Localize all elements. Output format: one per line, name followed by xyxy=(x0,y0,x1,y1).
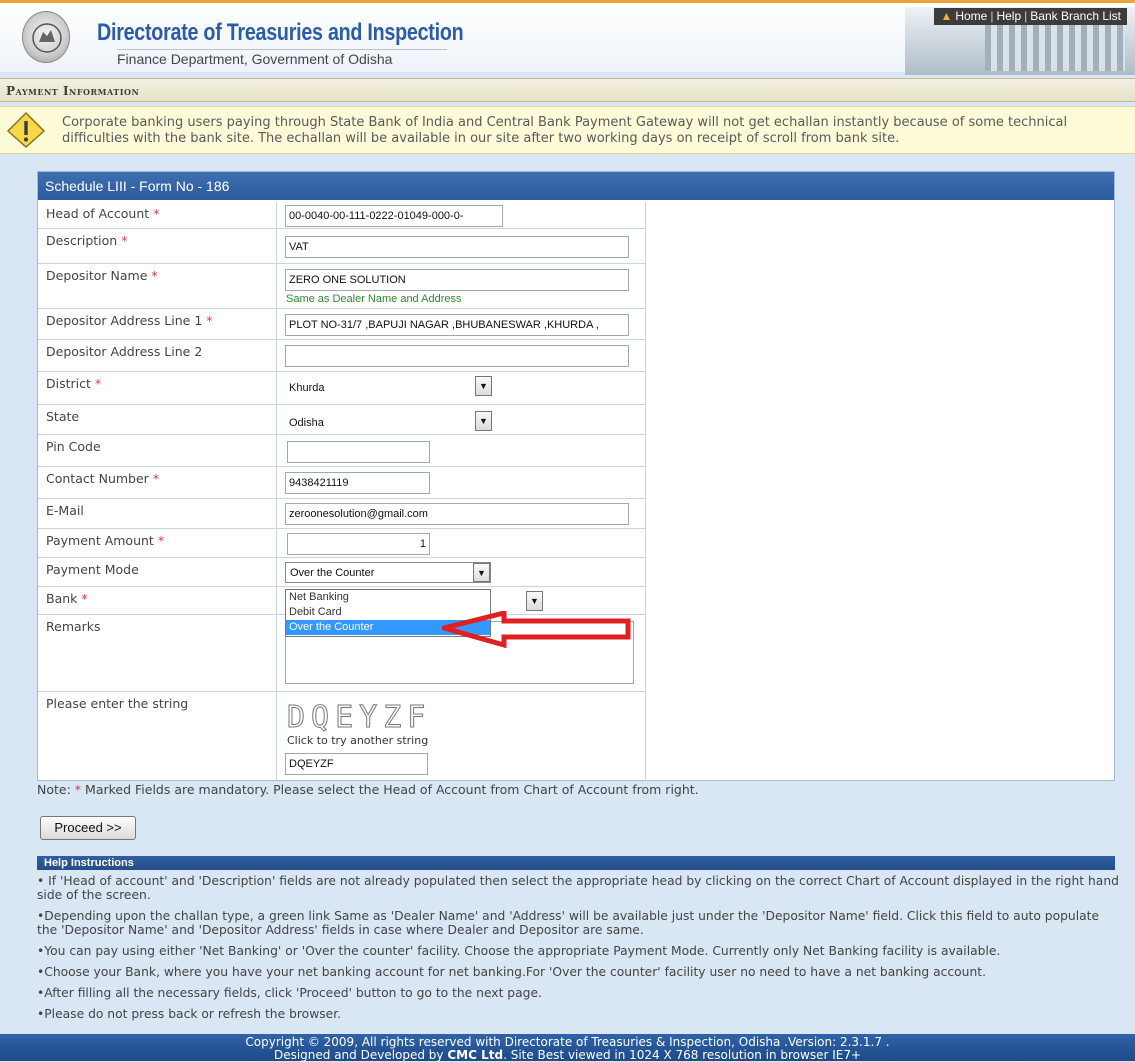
same-as-dealer-link[interactable]: Same as Dealer Name and Address xyxy=(286,293,461,305)
dropdown-arrow-icon[interactable]: ▼ xyxy=(473,563,490,582)
label-amount: Payment Amount * xyxy=(38,529,277,557)
label-contact: Contact Number * xyxy=(38,467,277,498)
row-amount: Payment Amount * 1 xyxy=(38,529,646,558)
label-address1: Depositor Address Line 1 * xyxy=(38,309,277,339)
captcha-input[interactable]: DQEYZF xyxy=(285,753,428,775)
help-instructions: • If 'Head of account' and 'Description'… xyxy=(37,874,1122,1028)
developer-credit: Designed and Developed by CMC Ltd. Site … xyxy=(273,1048,862,1062)
label-state: State xyxy=(38,405,277,434)
link-help[interactable]: Help xyxy=(996,9,1021,24)
help-item: •Depending upon the challan type, a gree… xyxy=(37,909,1100,937)
dropdown-arrow-icon[interactable]: ▼ xyxy=(526,591,543,611)
pin-input[interactable] xyxy=(287,441,430,463)
title-divider xyxy=(117,49,447,50)
mandatory-note: Note: * Marked Fields are mandatory. Ple… xyxy=(37,782,699,797)
label-pin: Pin Code xyxy=(38,435,277,466)
row-address1: Depositor Address Line 1 * PLOT NO-31/7 … xyxy=(38,309,646,340)
help-item: •Please do not press back or refresh the… xyxy=(37,1007,342,1021)
top-links: ▲ Home | Help | Bank Branch List xyxy=(934,8,1127,25)
label-head-of-account: Head of Account * xyxy=(38,202,277,228)
row-email: E-Mail zeroonesolution@gmail.com xyxy=(38,499,646,529)
option-net-banking[interactable]: Net Banking xyxy=(286,590,490,605)
help-item: • If 'Head of account' and 'Description'… xyxy=(37,874,1119,902)
address2-input[interactable] xyxy=(285,345,629,367)
form-title: Schedule LIII - Form No - 186 xyxy=(38,172,1114,200)
site-footer: Copyright © 2009, All rights reserved wi… xyxy=(0,1034,1135,1062)
site-title: Directorate of Treasuries and Inspection xyxy=(97,19,464,46)
help-item: •Choose your Bank, where you have your n… xyxy=(37,965,987,979)
amount-input[interactable]: 1 xyxy=(287,533,430,555)
dropdown-arrow-icon[interactable]: ▼ xyxy=(475,376,492,396)
row-depositor-name: Depositor Name * ZERO ONE SOLUTION Same … xyxy=(38,264,646,309)
red-arrow-icon xyxy=(442,611,631,649)
site-header: Directorate of Treasuries and Inspection… xyxy=(0,0,1135,75)
label-mode: Payment Mode xyxy=(38,558,277,586)
help-title: Help Instructions xyxy=(37,856,1115,870)
state-select[interactable]: Odisha ▼ xyxy=(285,411,492,432)
link-bank-branch-list[interactable]: Bank Branch List xyxy=(1030,9,1121,24)
row-state: State Odisha ▼ xyxy=(38,405,646,435)
label-email: E-Mail xyxy=(38,499,277,528)
cmc-link[interactable]: CMC Ltd xyxy=(447,1048,503,1062)
captcha-refresh-link[interactable]: Click to try another string xyxy=(283,734,477,747)
row-description: Description * VAT xyxy=(38,229,646,264)
label-bank: Bank * xyxy=(38,587,277,614)
label-remarks: Remarks xyxy=(38,615,277,691)
row-mode: Payment Mode Over the Counter ▼ xyxy=(38,558,646,587)
label-district: District * xyxy=(38,372,277,404)
row-district: District * Khurda ▼ xyxy=(38,372,646,405)
warning-banner: Corporate banking users paying through S… xyxy=(0,106,1135,154)
depositor-name-input[interactable]: ZERO ONE SOLUTION xyxy=(285,269,629,291)
home-icon: ▲ xyxy=(940,9,953,23)
label-description: Description * xyxy=(38,229,277,263)
row-head-of-account: Head of Account * 00-0040-00-111-0222-01… xyxy=(38,202,646,229)
row-contact: Contact Number * 9438421119 xyxy=(38,467,646,499)
captcha-image[interactable]: DQEYZF Click to try another string xyxy=(283,700,477,750)
district-select[interactable]: Khurda ▼ xyxy=(285,376,492,397)
label-captcha: Please enter the string xyxy=(38,692,277,781)
row-pin: Pin Code xyxy=(38,435,646,467)
emblem-icon xyxy=(22,11,70,63)
link-home[interactable]: Home xyxy=(955,9,987,24)
warning-text: Corporate banking users paying through S… xyxy=(62,115,1068,146)
email-input[interactable]: zeroonesolution@gmail.com xyxy=(285,503,629,525)
link-separator: | xyxy=(990,9,994,23)
help-item: •After filling all the necessary fields,… xyxy=(37,986,542,1000)
site-subtitle: Finance Department, Government of Odisha xyxy=(117,51,393,67)
warning-icon xyxy=(6,111,46,152)
description-input[interactable]: VAT xyxy=(285,236,629,258)
captcha-code: DQEYZF xyxy=(287,700,432,735)
label-depositor-name: Depositor Name * xyxy=(38,264,277,308)
head-of-account-input[interactable]: 00-0040-00-111-0222-01049-000-0- xyxy=(285,205,503,227)
payment-mode-select[interactable]: Over the Counter ▼ xyxy=(285,562,491,583)
section-title: Payment Information xyxy=(0,78,1135,102)
link-separator: | xyxy=(1024,9,1028,23)
help-item: •You can pay using either 'Net Banking' … xyxy=(37,944,1001,958)
proceed-button[interactable]: Proceed >> xyxy=(40,816,136,840)
label-address2: Depositor Address Line 2 xyxy=(38,340,277,371)
address1-input[interactable]: PLOT NO-31/7 ,BAPUJI NAGAR ,BHUBANESWAR … xyxy=(285,314,629,336)
row-address2: Depositor Address Line 2 xyxy=(38,340,646,372)
dropdown-arrow-icon[interactable]: ▼ xyxy=(475,411,492,431)
bank-select[interactable]: ▼ xyxy=(485,591,543,612)
payment-form: Schedule LIII - Form No - 186 Head of Ac… xyxy=(37,171,1115,781)
contact-input[interactable]: 9438421119 xyxy=(285,472,430,494)
